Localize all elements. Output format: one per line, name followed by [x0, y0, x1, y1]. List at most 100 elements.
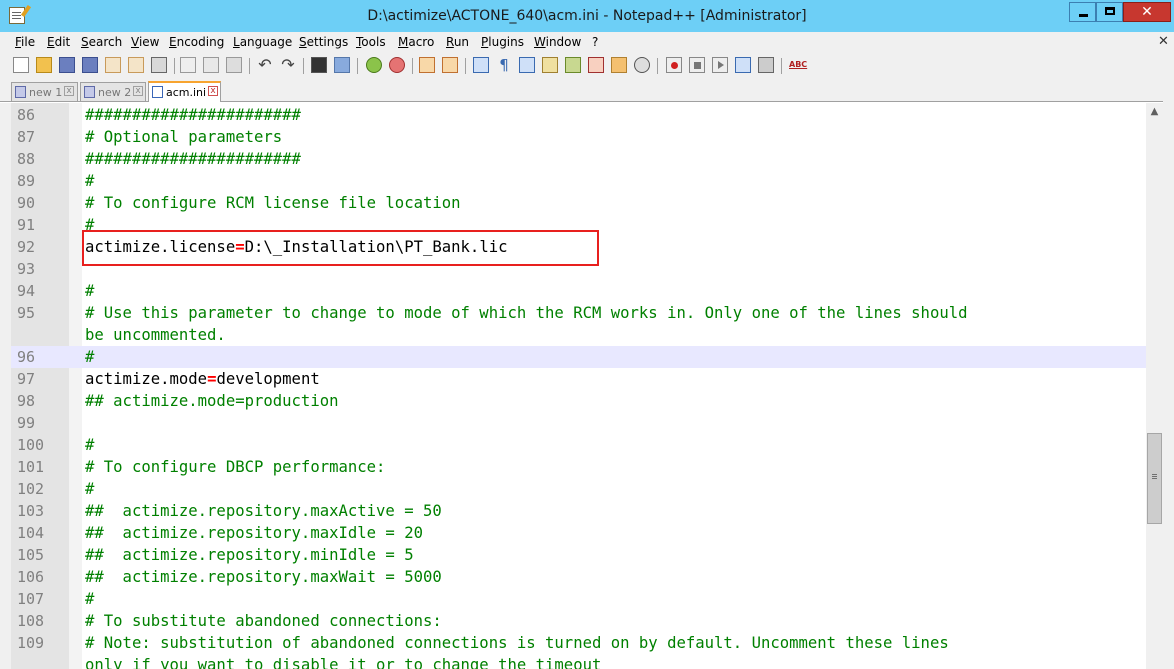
stop-macro-icon[interactable] — [689, 57, 705, 73]
editor-line[interactable]: 94 # — [11, 280, 1146, 302]
function-list-icon[interactable] — [588, 57, 604, 73]
save-macro-icon[interactable] — [758, 57, 774, 73]
sync-vertical-icon[interactable] — [419, 57, 435, 73]
editor-line[interactable]: 109 # Note: substitution of abandoned con… — [11, 632, 1146, 654]
editor-line[interactable]: 106 ## actimize.repository.maxWait = 5000 — [11, 566, 1146, 588]
editor-line[interactable]: 103 ## actimize.repository.maxActive = 50 — [11, 500, 1146, 522]
zoom-in-icon[interactable] — [366, 57, 382, 73]
editor-line[interactable]: 99 — [11, 412, 1146, 434]
print-icon[interactable] — [151, 57, 167, 73]
zoom-out-icon[interactable] — [389, 57, 405, 73]
line-text: ## actimize.repository.maxActive = 50 — [85, 502, 442, 520]
editor-line[interactable]: 89 # — [11, 170, 1146, 192]
scroll-thumb[interactable] — [1147, 433, 1162, 524]
menu-plugins[interactable]: Plugins — [481, 35, 524, 49]
undo-icon[interactable]: ↶ — [257, 57, 273, 73]
tab-new-2[interactable]: new 2 x — [80, 82, 146, 101]
menu-help[interactable]: ? — [592, 35, 598, 49]
editor-line[interactable]: 97 actimize.mode=development — [11, 368, 1146, 390]
comment-token: ## actimize.repository.minIdle = 5 — [85, 546, 414, 564]
editor-line[interactable]: 108 # To substitute abandoned connections… — [11, 610, 1146, 632]
editor-line[interactable]: 95 # Use this parameter to change to mode… — [11, 302, 1146, 324]
open-file-icon[interactable] — [36, 57, 52, 73]
copy-icon[interactable] — [203, 57, 219, 73]
comment-token: # To substitute abandoned connections: — [85, 612, 442, 630]
close-icon[interactable] — [105, 57, 121, 73]
editor-line[interactable]: 96 # — [11, 346, 1146, 368]
menu-view[interactable]: View — [131, 35, 159, 49]
show-all-chars-icon[interactable]: ¶ — [496, 57, 512, 73]
line-text: # Note: substitution of abandoned connec… — [85, 634, 949, 652]
editor-line[interactable]: 102 # — [11, 478, 1146, 500]
line-text: # To configure DBCP performance: — [85, 458, 385, 476]
paste-icon[interactable] — [226, 57, 242, 73]
minimize-button[interactable] — [1069, 2, 1096, 22]
folder-workspace-icon[interactable] — [611, 57, 627, 73]
editor-line[interactable]: 86 ####################### — [11, 104, 1146, 126]
menu-search[interactable]: Search — [81, 35, 122, 49]
tab-new-1[interactable]: new 1 x — [11, 82, 78, 101]
cut-icon[interactable] — [180, 57, 196, 73]
new-file-icon[interactable] — [13, 57, 29, 73]
editor-line[interactable]: 90 # To configure RCM license file locati… — [11, 192, 1146, 214]
editor-line[interactable]: only if you want to disable it or to cha… — [11, 654, 1146, 669]
editor-area[interactable]: 86 ####################### 87 # Optional pa… — [11, 103, 1146, 669]
word-wrap-icon[interactable] — [473, 57, 489, 73]
line-text: # Use this parameter to change to mode o… — [85, 304, 968, 322]
editor-line[interactable]: 105 ## actimize.repository.minIdle = 5 — [11, 544, 1146, 566]
editor-line[interactable]: 100 # — [11, 434, 1146, 456]
editor-line[interactable]: be uncommented. — [11, 324, 1146, 346]
editor-line[interactable]: 88 ####################### — [11, 148, 1146, 170]
menu-tools[interactable]: Tools — [356, 35, 386, 49]
menu-edit[interactable]: Edit — [47, 35, 70, 49]
save-icon[interactable] — [59, 57, 75, 73]
menu-encoding[interactable]: Encoding — [169, 35, 224, 49]
editor-line[interactable]: 104 ## actimize.repository.maxIdle = 20 — [11, 522, 1146, 544]
line-number: 101 — [17, 458, 45, 476]
close-window-button[interactable]: ✕ — [1123, 2, 1171, 22]
indent-guide-icon[interactable] — [519, 57, 535, 73]
tab-close-icon[interactable]: x — [208, 86, 218, 96]
close-all-icon[interactable] — [128, 57, 144, 73]
menu-bar: File Edit Search View Encoding Language … — [0, 32, 1174, 52]
menu-window[interactable]: Window — [534, 35, 581, 49]
tab-bar: new 1 x new 2 x acm.ini x — [0, 80, 1174, 102]
menu-language[interactable]: Language — [233, 35, 292, 49]
play-macro-icon[interactable] — [712, 57, 728, 73]
document-map-icon[interactable] — [565, 57, 581, 73]
tab-close-icon[interactable]: x — [133, 86, 143, 96]
menu-macro[interactable]: Macro — [398, 35, 434, 49]
save-all-icon[interactable] — [82, 57, 98, 73]
menu-run[interactable]: Run — [446, 35, 469, 49]
editor-line[interactable]: 101 # To configure DBCP performance: — [11, 456, 1146, 478]
user-language-icon[interactable] — [542, 57, 558, 73]
line-text: # — [85, 590, 94, 608]
monitor-icon[interactable] — [634, 57, 650, 73]
comment-token: # — [85, 436, 95, 454]
close-document-icon[interactable]: ✕ — [1158, 34, 1169, 49]
toolbar-separator — [174, 58, 175, 74]
replace-icon[interactable] — [334, 57, 350, 73]
editor-line[interactable]: 87 # Optional parameters — [11, 126, 1146, 148]
maximize-button[interactable] — [1096, 2, 1123, 22]
menu-settings[interactable]: Settings — [299, 35, 348, 49]
scroll-up-icon[interactable]: ▲ — [1146, 103, 1163, 120]
menu-file[interactable]: File — [15, 35, 35, 49]
editor-line[interactable]: 98 ## actimize.mode=production — [11, 390, 1146, 412]
line-number: 94 — [17, 282, 36, 300]
comment-token: only if you want to disable it or to cha… — [85, 656, 602, 669]
run-macro-multiple-icon[interactable] — [735, 57, 751, 73]
comment-token: # Optional parameters — [85, 128, 283, 146]
toolbar-separator — [357, 58, 358, 74]
sync-horizontal-icon[interactable] — [442, 57, 458, 73]
find-icon[interactable] — [311, 57, 327, 73]
tab-acm-ini[interactable]: acm.ini x — [148, 81, 221, 102]
tab-close-icon[interactable]: x — [64, 86, 74, 96]
spell-check-icon[interactable]: ABC — [789, 57, 807, 73]
line-text: actimize.mode=development — [85, 370, 320, 388]
vertical-scrollbar[interactable]: ▲ — [1146, 103, 1163, 669]
line-text: # Optional parameters — [85, 128, 282, 146]
redo-icon[interactable]: ↷ — [280, 57, 296, 73]
record-macro-icon[interactable] — [666, 57, 682, 73]
editor-line[interactable]: 107 # — [11, 588, 1146, 610]
